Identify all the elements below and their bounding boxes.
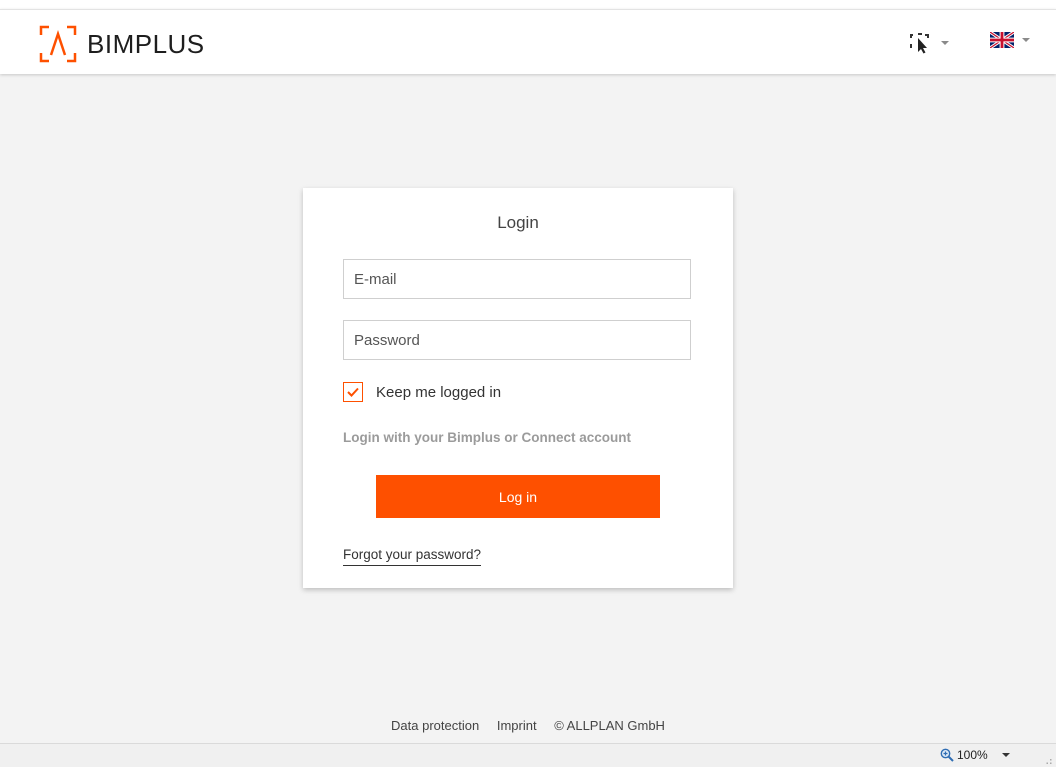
chevron-down-icon xyxy=(1001,753,1010,757)
login-title: Login xyxy=(497,213,539,232)
log-in-button[interactable]: Log in xyxy=(376,475,660,518)
browser-page: BIMPLUS Login E-mail Keep me logged in L… xyxy=(0,0,1056,767)
chevron-down-icon xyxy=(1022,38,1030,42)
brand-name: BIMPLUS xyxy=(87,28,205,59)
page-footer: Data protection Imprint © ALLPLAN GmbH xyxy=(0,718,1056,733)
zoom-level: 100% xyxy=(957,748,988,762)
selection-cursor-icon xyxy=(910,33,929,54)
selection-tool-dropdown[interactable] xyxy=(909,32,949,54)
top-strip xyxy=(0,0,1056,9)
forgot-password-link[interactable]: Forgot your password? xyxy=(343,547,482,566)
copyright-text: © ALLPLAN GmbH xyxy=(554,718,665,733)
keep-logged-in-label: Keep me logged in xyxy=(376,383,502,401)
keep-logged-in-checkbox[interactable] xyxy=(343,382,363,402)
data-protection-link[interactable]: Data protection xyxy=(391,718,479,733)
login-card: Login Keep me logged in Login with your … xyxy=(303,188,733,588)
zoom-magnifier-icon xyxy=(940,748,954,762)
resize-grip-icon[interactable] xyxy=(1044,757,1052,765)
bimplus-logo-icon xyxy=(39,25,77,63)
zoom-control[interactable]: 100% xyxy=(940,748,1010,762)
checkmark-icon xyxy=(347,387,359,397)
login-hint-text: Login with your Bimplus or Connect accou… xyxy=(343,430,632,445)
browser-status-bar: 100% xyxy=(0,743,1056,767)
password-field[interactable] xyxy=(343,320,691,360)
language-dropdown[interactable] xyxy=(990,32,1030,48)
email-field[interactable] xyxy=(343,259,691,299)
uk-flag-icon xyxy=(990,32,1014,48)
keep-logged-in-option[interactable]: Keep me logged in xyxy=(343,382,501,402)
brand-logo[interactable]: BIMPLUS xyxy=(39,24,205,64)
chevron-down-icon xyxy=(941,41,949,45)
app-header: BIMPLUS xyxy=(0,9,1056,74)
imprint-link[interactable]: Imprint xyxy=(497,718,537,733)
